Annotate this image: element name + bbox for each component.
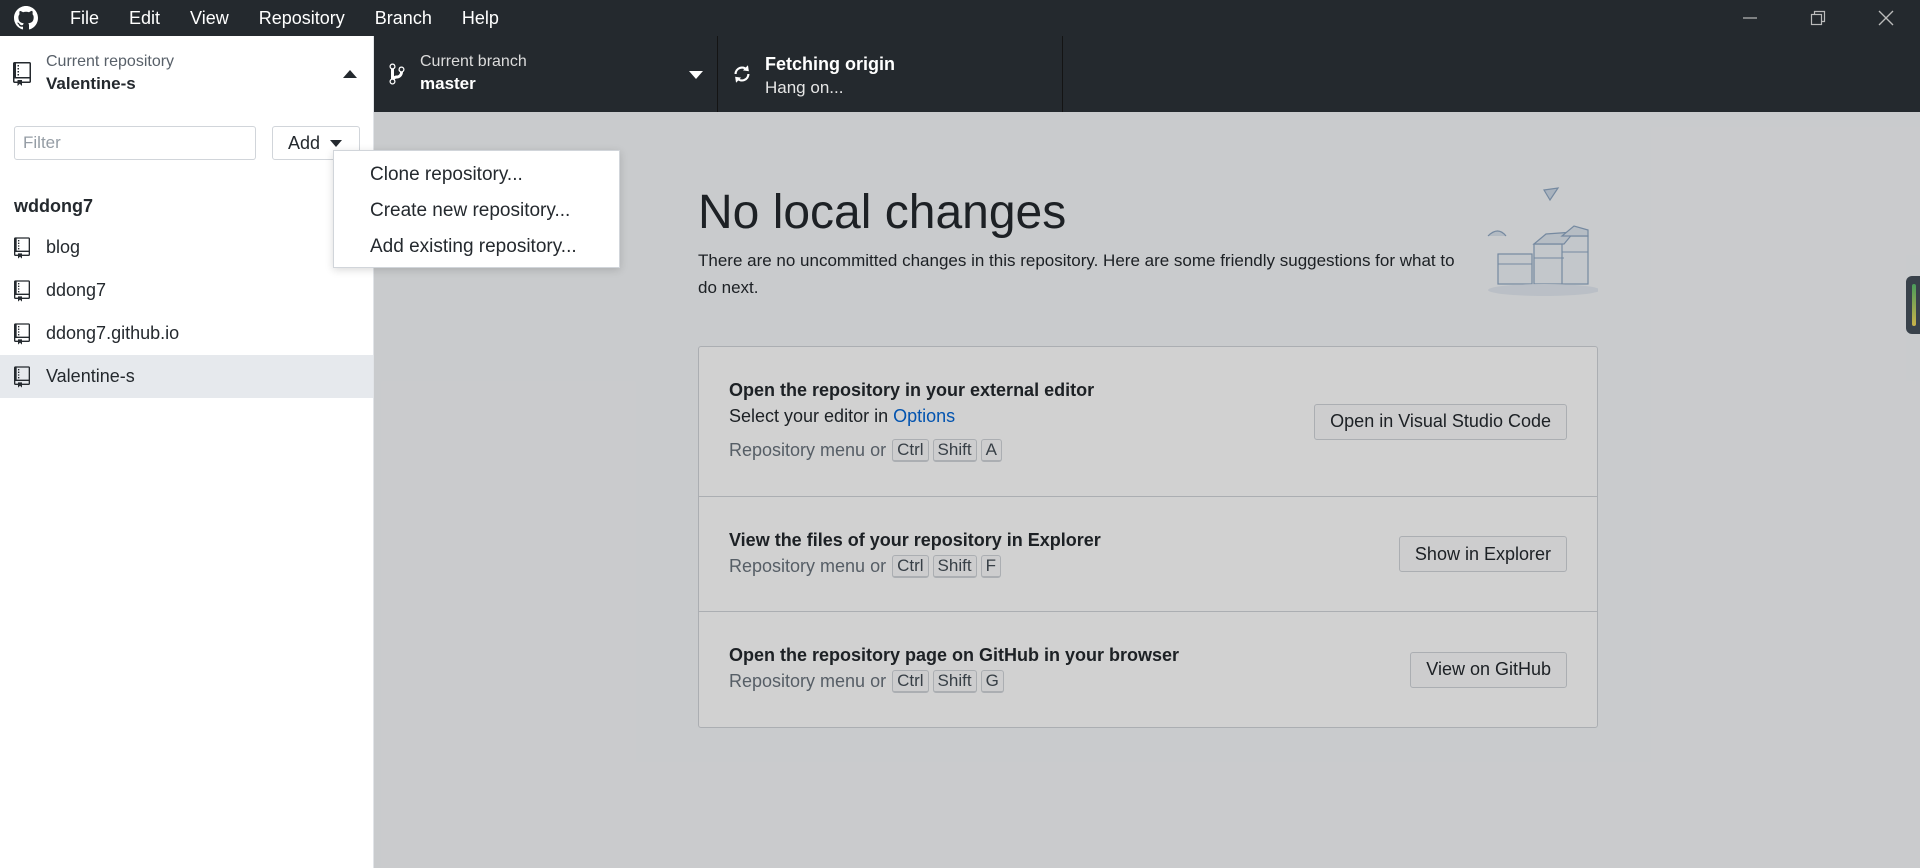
close-icon: [1878, 10, 1894, 26]
repo-item-label: ddong7: [46, 280, 107, 300]
repo-item-blog[interactable]: blog: [0, 226, 373, 269]
repo-item-ddong7[interactable]: ddong7: [0, 269, 373, 312]
repo-item-label: blog: [46, 237, 81, 257]
current-branch-name: master: [420, 74, 476, 93]
repo-item-ddong7-github-io[interactable]: ddong7.github.io: [0, 312, 373, 355]
repo-icon: [14, 236, 34, 259]
restore-button[interactable]: [1784, 0, 1852, 36]
menu-help[interactable]: Help: [447, 0, 514, 36]
current-branch-label: Current branch: [420, 53, 527, 70]
title-bar: File Edit View Repository Branch Help: [0, 0, 1920, 36]
repo-item-label: ddong7.github.io: [46, 323, 180, 343]
repo-icon: [14, 322, 34, 345]
current-repository-selector[interactable]: Current repository Valentine-s: [0, 36, 374, 112]
close-button[interactable]: [1852, 0, 1920, 36]
add-button-label: Add: [288, 132, 321, 153]
branch-icon: [388, 62, 406, 91]
menu-file[interactable]: File: [55, 0, 114, 36]
window-controls: [1716, 0, 1920, 36]
current-repository-name: Valentine-s: [46, 74, 136, 93]
repo-icon: [12, 62, 32, 91]
minimize-icon: [1743, 17, 1757, 19]
restore-icon: [1810, 10, 1826, 26]
create-new-repository-item[interactable]: Create new repository...: [334, 193, 619, 229]
github-logo-icon: [13, 5, 39, 31]
repo-item-valentine-s[interactable]: Valentine-s: [0, 355, 373, 398]
menu-view[interactable]: View: [175, 0, 244, 36]
repository-sidebar: Add wddong7 blog ddong7 ddong7.github.io…: [0, 112, 374, 868]
minimize-button[interactable]: [1716, 0, 1784, 36]
repo-icon: [14, 365, 34, 388]
current-repository-label: Current repository: [46, 53, 175, 70]
fetch-origin-button[interactable]: Fetching origin Hang on...: [719, 36, 1063, 112]
filter-input[interactable]: [14, 126, 256, 160]
fetch-origin-title: Fetching origin: [765, 54, 895, 74]
repo-icon: [14, 279, 34, 302]
add-existing-repository-item[interactable]: Add existing repository...: [334, 229, 619, 265]
add-dropdown-menu: Clone repository... Create new repositor…: [333, 150, 620, 268]
menu-bar: File Edit View Repository Branch Help: [55, 0, 514, 36]
sync-icon: [731, 62, 753, 91]
caret-up-icon: [343, 70, 357, 78]
menu-repository[interactable]: Repository: [244, 0, 360, 36]
repo-list: blog ddong7 ddong7.github.io Valentine-s: [0, 226, 373, 398]
caret-down-icon: [330, 139, 343, 147]
menu-branch[interactable]: Branch: [360, 0, 447, 36]
caret-down-icon: [689, 71, 703, 79]
clone-repository-item[interactable]: Clone repository...: [334, 157, 619, 193]
edge-widget-handle[interactable]: [1906, 276, 1920, 334]
toolbar: Current repository Valentine-s Current b…: [0, 36, 1920, 112]
menu-edit[interactable]: Edit: [114, 0, 175, 36]
fetch-origin-status: Hang on...: [765, 78, 844, 97]
repo-item-label: Valentine-s: [46, 366, 135, 386]
current-branch-selector[interactable]: Current branch master: [374, 36, 718, 112]
repo-group-header: wddong7: [14, 196, 93, 216]
